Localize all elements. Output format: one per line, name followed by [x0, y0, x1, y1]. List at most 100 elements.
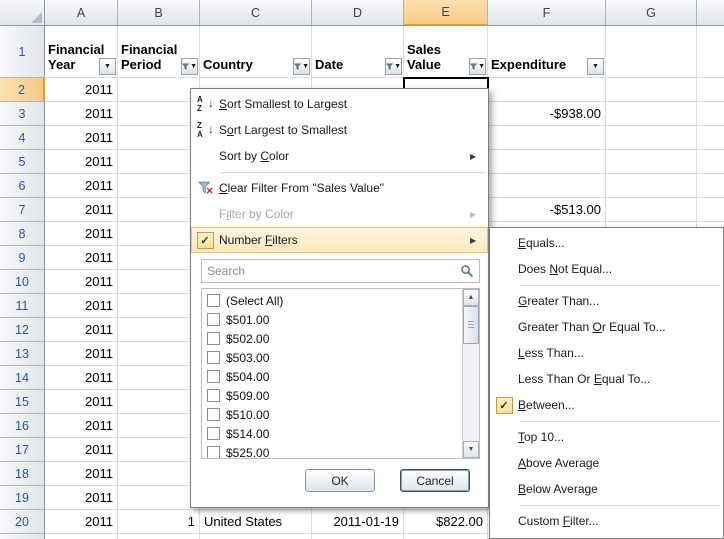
filter-value-514-00[interactable]: $514.00 — [202, 424, 462, 443]
cell-B16[interactable] — [118, 414, 200, 438]
menu-item-does-not-equal[interactable]: Does Not Equal... — [490, 256, 723, 282]
row-header-13[interactable]: 13 — [0, 342, 45, 366]
row-header-10[interactable]: 10 — [0, 270, 45, 294]
cell-A13[interactable]: 2011 — [45, 342, 118, 366]
menu-item-sort-by-color[interactable]: Sort by Color▶ — [191, 143, 488, 169]
cell-A1[interactable]: Financial Year▼ — [45, 26, 118, 78]
cell-F4[interactable] — [488, 126, 606, 150]
cell-A20[interactable]: 2011 — [45, 510, 118, 534]
menu-item-top-10[interactable]: Top 10... — [490, 424, 723, 450]
cell-E21[interactable] — [404, 534, 488, 539]
filter-button-b[interactable]: ▼ — [181, 58, 198, 75]
column-header-D[interactable]: D — [312, 0, 404, 26]
cell-G3[interactable] — [606, 102, 697, 126]
cell-F6[interactable] — [488, 174, 606, 198]
cell-D1[interactable]: Date▼ — [312, 26, 404, 78]
cell-G5[interactable] — [606, 150, 697, 174]
cell-G2[interactable] — [606, 78, 697, 102]
row-header-5[interactable]: 5 — [0, 150, 45, 174]
row-header-12[interactable]: 12 — [0, 318, 45, 342]
cell-A12[interactable]: 2011 — [45, 318, 118, 342]
cell-overflow5[interactable] — [697, 150, 724, 174]
menu-item-greater-than-or-equal-to[interactable]: Greater Than Or Equal To... — [490, 314, 723, 340]
cell-D20[interactable]: 2011-01-19 — [312, 510, 404, 534]
checkbox-icon[interactable] — [207, 370, 220, 383]
cell-E20[interactable]: $822.00 — [404, 510, 488, 534]
row-header-2[interactable]: 2 — [0, 78, 45, 102]
filter-button-e[interactable]: ▼ — [469, 58, 486, 75]
cell-overflow1[interactable] — [697, 26, 724, 78]
cell-B18[interactable] — [118, 462, 200, 486]
checkbox-icon[interactable] — [207, 408, 220, 421]
filter-value-509-00[interactable]: $509.00 — [202, 386, 462, 405]
filter-value-503-00[interactable]: $503.00 — [202, 348, 462, 367]
cell-overflow7[interactable] — [697, 198, 724, 222]
cell-A8[interactable]: 2011 — [45, 222, 118, 246]
column-header-E[interactable]: E — [404, 0, 488, 26]
cell-B3[interactable] — [118, 102, 200, 126]
menu-item-greater-than[interactable]: Greater Than... — [490, 288, 723, 314]
cell-A6[interactable]: 2011 — [45, 174, 118, 198]
checkbox-icon[interactable] — [207, 446, 220, 459]
menu-item-equals[interactable]: Equals... — [490, 230, 723, 256]
menu-item-number-filters[interactable]: ✓Number Filters▶ — [191, 227, 488, 253]
cell-F5[interactable] — [488, 150, 606, 174]
cell-B4[interactable] — [118, 126, 200, 150]
menu-item-custom-filter[interactable]: Custom Filter... — [490, 508, 723, 534]
cell-D21[interactable] — [312, 534, 404, 539]
cell-overflow2[interactable] — [697, 78, 724, 102]
cell-B9[interactable] — [118, 246, 200, 270]
row-header-16[interactable]: 16 — [0, 414, 45, 438]
filter-value-select-all[interactable]: (Select All) — [202, 291, 462, 310]
row-header-20[interactable]: 20 — [0, 510, 45, 534]
cell-B10[interactable] — [118, 270, 200, 294]
scrollbar-thumb[interactable] — [463, 306, 479, 344]
row-header-4[interactable]: 4 — [0, 126, 45, 150]
cell-A21[interactable] — [45, 534, 118, 539]
cell-B20[interactable]: 1 — [118, 510, 200, 534]
filter-button-c[interactable]: ▼ — [293, 58, 310, 75]
row-header-18[interactable]: 18 — [0, 462, 45, 486]
row-header-1[interactable]: 1 — [0, 26, 45, 78]
cell-B21[interactable] — [118, 534, 200, 539]
cell-A9[interactable]: 2011 — [45, 246, 118, 270]
menu-item-above-average[interactable]: Above Average — [490, 450, 723, 476]
cell-B2[interactable] — [118, 78, 200, 102]
cell-B14[interactable] — [118, 366, 200, 390]
cell-C21[interactable] — [200, 534, 312, 539]
column-header-F[interactable]: F — [488, 0, 606, 26]
cell-A5[interactable]: 2011 — [45, 150, 118, 174]
cell-B8[interactable] — [118, 222, 200, 246]
cell-B6[interactable] — [118, 174, 200, 198]
cell-B15[interactable] — [118, 390, 200, 414]
cell-A3[interactable]: 2011 — [45, 102, 118, 126]
cell-A16[interactable]: 2011 — [45, 414, 118, 438]
row-header-17[interactable]: 17 — [0, 438, 45, 462]
filter-value-502-00[interactable]: $502.00 — [202, 329, 462, 348]
checkbox-icon[interactable] — [207, 389, 220, 402]
column-header-A[interactable]: A — [45, 0, 118, 26]
cell-F7[interactable]: -$513.00 — [488, 198, 606, 222]
filter-value-525-00[interactable]: $525.00 — [202, 443, 462, 459]
row-header-19[interactable]: 19 — [0, 486, 45, 510]
row-header-21[interactable]: 21 — [0, 534, 45, 539]
cell-B19[interactable] — [118, 486, 200, 510]
cell-A14[interactable]: 2011 — [45, 366, 118, 390]
cell-B7[interactable] — [118, 198, 200, 222]
row-header-6[interactable]: 6 — [0, 174, 45, 198]
cell-G4[interactable] — [606, 126, 697, 150]
filter-value-501-00[interactable]: $501.00 — [202, 310, 462, 329]
row-header-7[interactable]: 7 — [0, 198, 45, 222]
cell-A10[interactable]: 2011 — [45, 270, 118, 294]
scroll-down-arrow-icon[interactable]: ▼ — [463, 441, 479, 458]
cell-A18[interactable]: 2011 — [45, 462, 118, 486]
listbox-scrollbar[interactable]: ▲ ▼ — [462, 289, 479, 458]
select-all-corner[interactable] — [0, 0, 45, 26]
row-header-15[interactable]: 15 — [0, 390, 45, 414]
menu-item-between[interactable]: ✓Between... — [490, 392, 723, 418]
cell-F3[interactable]: -$938.00 — [488, 102, 606, 126]
menu-item-clear-filter-from-sales-value[interactable]: Clear Filter From "Sales Value" — [191, 175, 488, 201]
column-header-B[interactable]: B — [118, 0, 200, 26]
menu-item-below-average[interactable]: Below Average — [490, 476, 723, 502]
cell-B11[interactable] — [118, 294, 200, 318]
